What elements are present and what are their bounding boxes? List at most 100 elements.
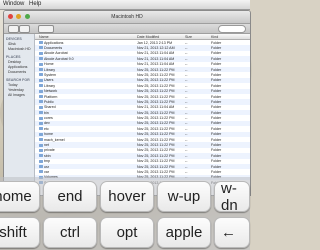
file-name: etc — [39, 127, 49, 131]
file-name-label: bin — [44, 110, 49, 115]
folder-icon — [39, 51, 43, 55]
key-home[interactable]: home — [0, 181, 40, 212]
file-name-label: Home — [44, 62, 54, 67]
file-size: -- — [185, 83, 188, 88]
file-date: Nov 21, 2013 11:04 AM — [137, 51, 175, 56]
folder-icon — [39, 62, 43, 66]
search-field[interactable] — [218, 25, 246, 33]
file-kind: Folder — [211, 148, 222, 153]
window-titlebar[interactable]: Macintosh HD — [4, 11, 250, 24]
file-kind: Folder — [211, 62, 222, 67]
column-name[interactable]: Name — [39, 35, 49, 39]
file-name-label: Shared — [44, 105, 56, 110]
file-name-label: Library — [44, 83, 55, 88]
file-name-label: cores — [44, 116, 53, 121]
file-name: Shared — [39, 105, 56, 109]
file-name-label: usr — [44, 164, 49, 169]
file-date: Nov 21, 2013 11:04 AM — [137, 62, 175, 67]
file-size: -- — [185, 40, 188, 45]
key-hover[interactable]: hover — [100, 181, 154, 212]
folder-icon — [39, 89, 43, 93]
file-name: Applications — [39, 41, 63, 45]
file-kind: Folder — [211, 153, 222, 158]
menu-help[interactable]: Help — [29, 1, 41, 7]
menu-window[interactable]: Window — [3, 1, 24, 7]
file-name-label: Abode Acrobat — [44, 51, 68, 56]
file-name: Network — [39, 89, 57, 93]
file-size: -- — [185, 169, 188, 174]
file-name: Public — [39, 100, 54, 104]
file-size: -- — [185, 126, 188, 131]
finder-window: Macintosh HD DEVICES iDisk Macintosh HD … — [3, 10, 251, 196]
file-kind: Folder — [211, 51, 222, 56]
file-name: dev — [39, 121, 50, 125]
key-wheel-up[interactable]: w-up — [157, 181, 211, 212]
file-size: -- — [185, 153, 188, 158]
folder-icon — [39, 68, 43, 72]
folder-icon — [39, 78, 43, 82]
file-size: -- — [185, 99, 188, 104]
file-name: Library — [39, 84, 55, 88]
window-title: Macintosh HD — [111, 14, 143, 20]
folder-icon — [39, 95, 43, 98]
file-kind: Folder — [211, 45, 222, 50]
file-name: Platform — [39, 95, 57, 99]
sidebar-header-devices: DEVICES — [6, 37, 22, 41]
file-size: -- — [185, 62, 188, 67]
file-kind: Folder — [211, 72, 222, 77]
key-ctrl[interactable]: ctrl — [43, 217, 97, 248]
file-kind: Folder — [211, 94, 222, 99]
file-name: mach_kernel — [39, 138, 65, 142]
file-size: -- — [185, 164, 188, 169]
file-date: Jan 12, 2013 2:13 PM — [137, 40, 173, 45]
folder-icon — [39, 46, 43, 50]
column-kind[interactable]: Kind — [211, 35, 218, 39]
key-shift[interactable]: shift — [0, 217, 40, 248]
file-kind: Folder — [211, 89, 222, 94]
file-name: Documents — [39, 46, 62, 50]
key-wheel-down[interactable]: w-dn — [214, 180, 250, 214]
file-date: Nov 21, 2013 12:12 AM — [137, 45, 175, 50]
file-size: -- — [185, 159, 188, 164]
sidebar-item-documents[interactable]: Documents — [4, 70, 34, 75]
file-date: Nov 25, 2013 11:22 PM — [137, 99, 175, 104]
folder-icon — [39, 111, 43, 115]
key-left-arrow[interactable]: ← — [214, 217, 250, 248]
file-size: -- — [185, 132, 188, 137]
file-name: bin — [39, 111, 49, 115]
file-name-label: Public — [44, 99, 54, 104]
file-size: -- — [185, 105, 188, 110]
file-name-label: Abode Acrobat 9.0 — [44, 56, 74, 61]
file-date: Nov 21, 2013 11:04 AM — [137, 105, 175, 110]
file-name: home — [39, 132, 53, 136]
file-size: -- — [185, 110, 188, 115]
file-date: Nov 25, 2013 11:22 PM — [137, 143, 175, 148]
folder-icon — [39, 154, 43, 158]
file-name-label: mach_kernel — [44, 137, 65, 142]
key-opt[interactable]: opt — [100, 217, 154, 248]
column-size[interactable]: Size — [185, 35, 192, 39]
file-date: Nov 25, 2013 11:22 PM — [137, 132, 175, 137]
view-button[interactable] — [38, 25, 54, 33]
folder-icon — [39, 170, 43, 174]
folder-icon — [39, 57, 43, 61]
key-end[interactable]: end — [43, 181, 97, 212]
sidebar-header-places: PLACES — [6, 55, 21, 59]
file-date: Nov 25, 2013 11:22 PM — [137, 159, 175, 164]
folder-icon — [39, 159, 43, 163]
folder-icon — [39, 132, 43, 136]
sidebar-item-macintosh-hd[interactable]: Macintosh HD — [4, 47, 34, 52]
file-name-label: private — [44, 148, 55, 153]
forward-button[interactable] — [19, 25, 30, 33]
file-size: -- — [185, 78, 188, 83]
sidebar-item-all-images[interactable]: All Images — [4, 93, 34, 98]
folder-icon — [39, 148, 43, 152]
file-size: -- — [185, 72, 188, 77]
column-date[interactable]: Date Modified — [137, 35, 159, 39]
key-apple[interactable]: apple — [157, 217, 211, 248]
file-date: Nov 25, 2013 11:22 PM — [137, 72, 175, 77]
file-kind: Folder — [211, 121, 222, 126]
back-button[interactable] — [8, 25, 19, 33]
file-rows: Applications Jan 12, 2013 2:13 PM -- Folder… — [35, 40, 250, 186]
window-toolbar — [4, 24, 250, 34]
